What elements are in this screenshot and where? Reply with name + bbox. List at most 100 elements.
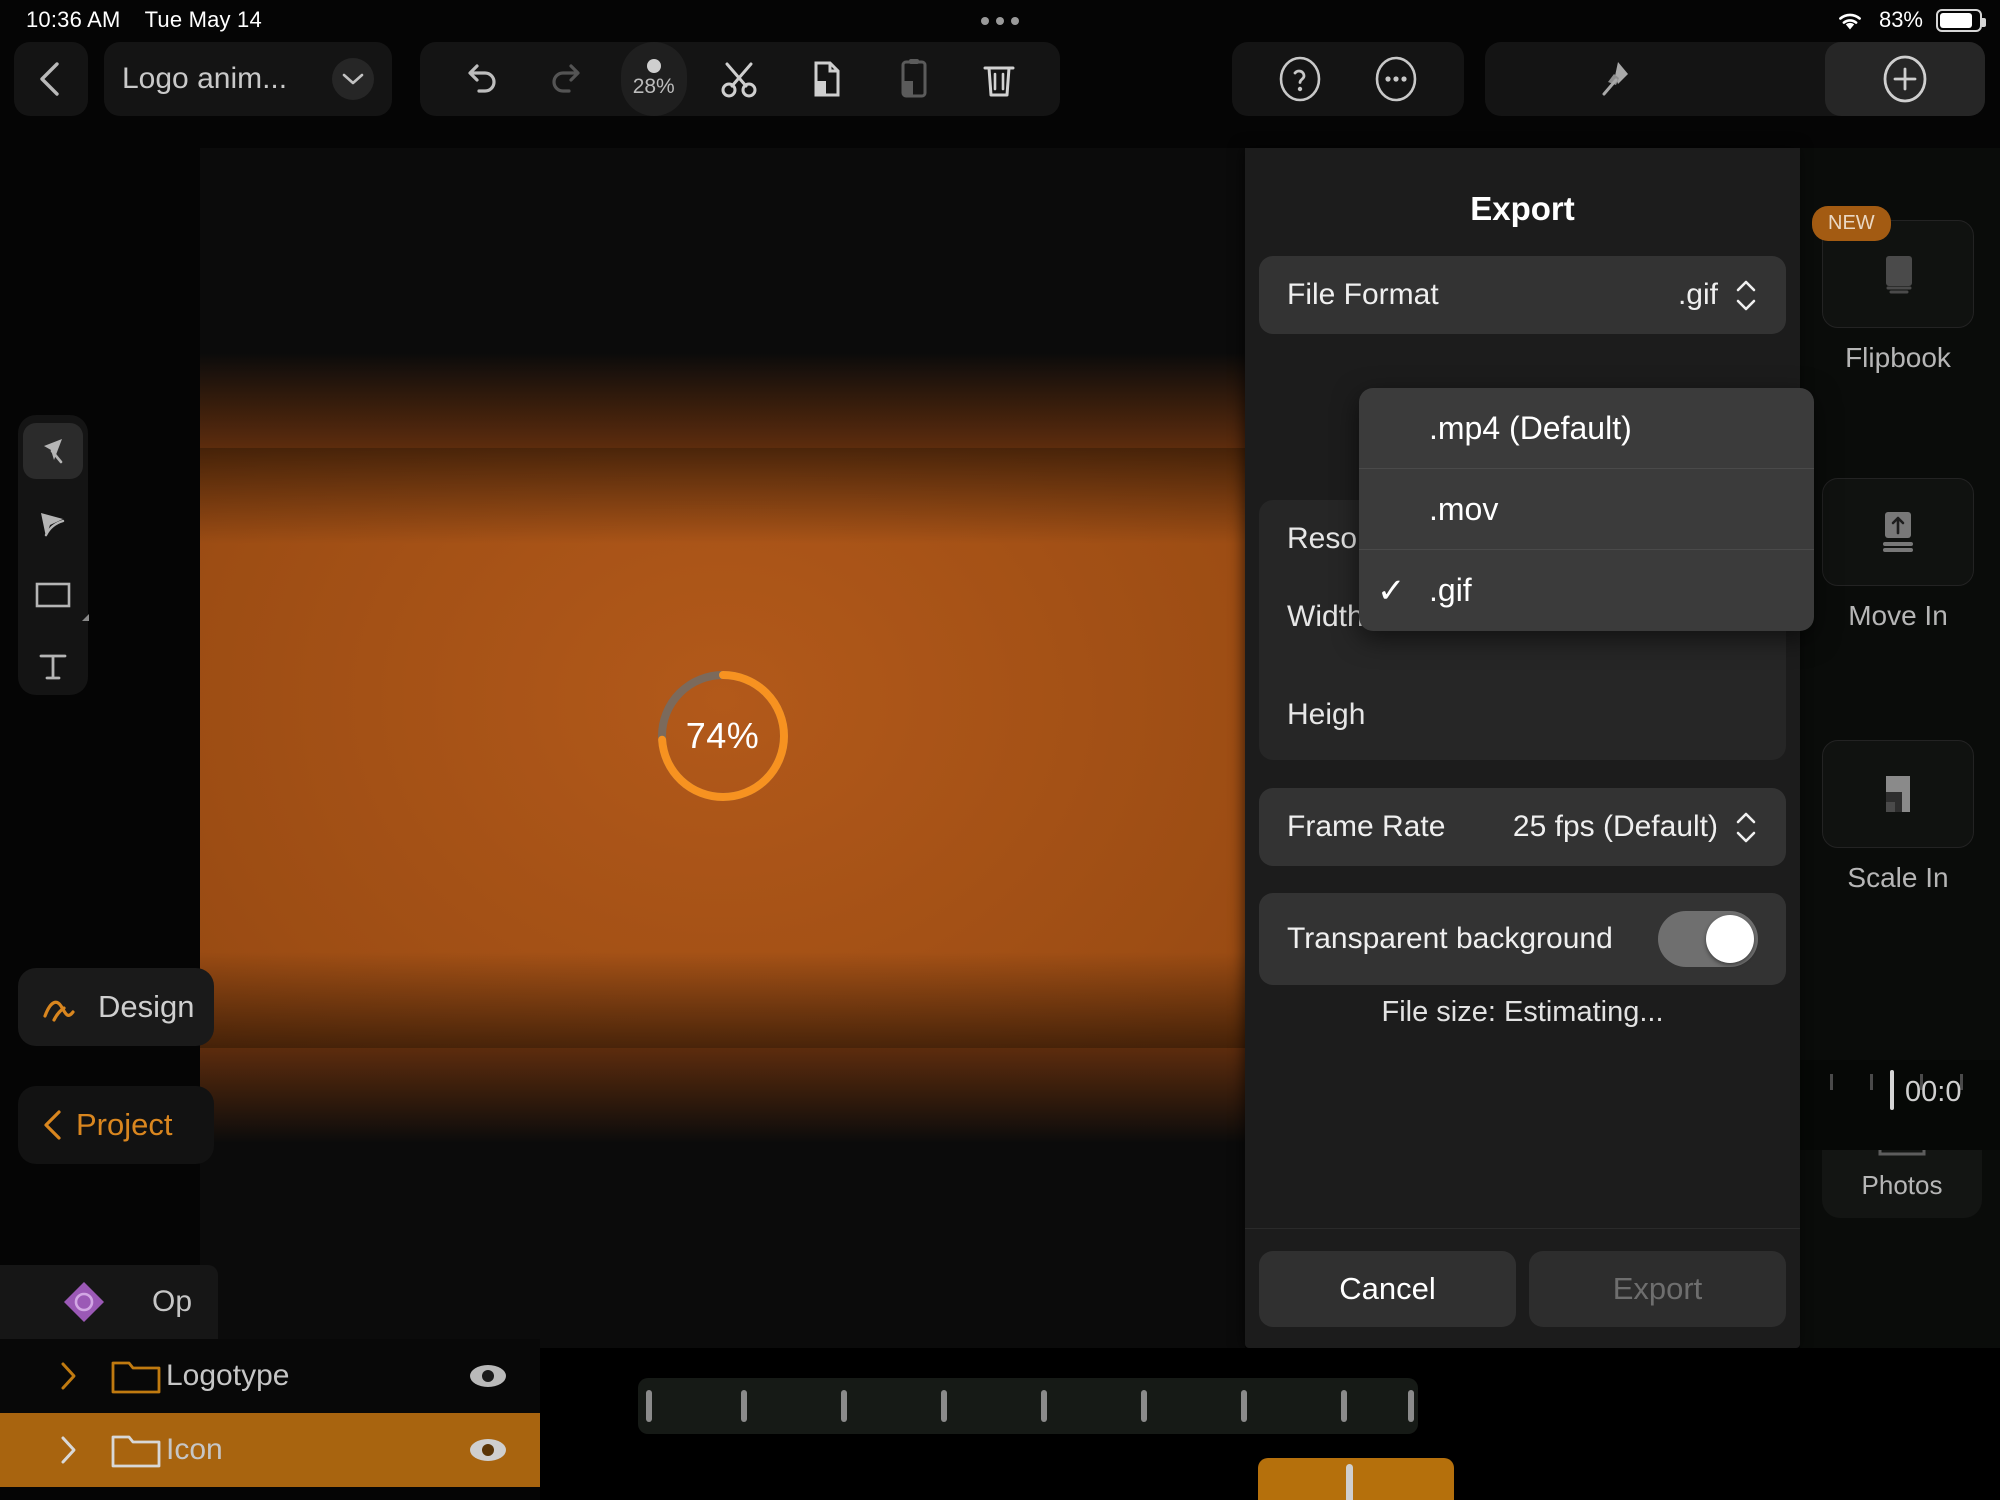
undo-button[interactable]: [448, 46, 514, 112]
folder-icon: [110, 1355, 162, 1397]
canvas-top-glow: [200, 353, 1245, 448]
chevron-left-icon: [40, 1108, 66, 1142]
progress-percent-label: 74%: [685, 715, 760, 756]
move-in-label: Move In: [1848, 600, 1948, 631]
more-options-button[interactable]: [1370, 53, 1422, 105]
transparent-background-label: Transparent background: [1287, 922, 1613, 955]
edit-tools-group: 28%: [420, 42, 1060, 116]
opacity-button[interactable]: 28%: [620, 42, 687, 116]
text-t-icon: [36, 650, 70, 684]
file-size-label: File size: Estimating...: [1381, 996, 1664, 1028]
timeline-track[interactable]: [638, 1378, 1418, 1434]
chevron-right-icon[interactable]: [58, 1435, 80, 1465]
project-button[interactable]: Project: [18, 1086, 214, 1164]
file-format-value-group[interactable]: .gif: [1678, 278, 1758, 312]
frame-rate-field[interactable]: Frame Rate 25 fps (Default): [1259, 788, 1786, 866]
scale-in-card[interactable]: Scale In: [1822, 740, 1974, 894]
flipbook-card[interactable]: NEW Flipbook: [1812, 206, 1974, 374]
help-group: [1232, 42, 1464, 116]
status-bar-right: 83%: [1834, 7, 1986, 33]
arrow-up-in-icon: [1822, 478, 1974, 586]
right-tools-group: [1485, 42, 1985, 116]
battery-icon: [1936, 8, 1986, 32]
cancel-button[interactable]: Cancel: [1259, 1250, 1516, 1327]
dropdown-option-mp4[interactable]: .mp4 (Default): [1359, 388, 1814, 469]
status-time: 10:36 AM: [26, 7, 121, 32]
select-tool[interactable]: [23, 423, 83, 479]
checkmark-icon: ✓: [1377, 571, 1406, 610]
design-button-label: Design: [98, 989, 195, 1024]
rectangle-icon: [34, 580, 72, 610]
frame-rate-label: Frame Rate: [1287, 810, 1446, 843]
chevron-right-icon[interactable]: [58, 1361, 80, 1391]
folder-icon: [110, 1429, 162, 1471]
status-bar: 10:36 AM Tue May 14 83%: [0, 0, 2000, 40]
status-date: Tue May 14: [144, 7, 262, 32]
up-down-chevron-icon[interactable]: [1734, 812, 1758, 843]
pin-icon[interactable]: [1555, 56, 1675, 102]
chevron-left-icon: [35, 59, 67, 99]
squiggle-icon: [40, 990, 84, 1024]
plus-circle-icon: [1878, 52, 1932, 106]
layer-label-icon: Icon: [166, 1433, 223, 1466]
canvas-bottom-glow: [200, 1048, 1245, 1143]
shape-tool[interactable]: [23, 567, 89, 623]
export-dialog-title: Export: [1470, 190, 1575, 227]
tool-palette: [18, 415, 89, 695]
project-title-button[interactable]: Logo anim...: [104, 42, 392, 116]
text-tool[interactable]: [23, 639, 83, 695]
playhead-icon[interactable]: [1890, 1070, 1894, 1110]
export-dialog: Export File Format .gif Resol Width Heig…: [1245, 148, 1800, 1348]
eye-icon[interactable]: [466, 1361, 510, 1391]
top-toolbar: Logo anim... 28%: [0, 42, 2000, 124]
design-button[interactable]: Design: [18, 968, 214, 1046]
layer-label-opacity: Op: [152, 1285, 193, 1318]
pen-tool[interactable]: [23, 495, 83, 551]
frame-rate-value-group[interactable]: 25 fps (Default): [1513, 810, 1758, 844]
transparent-background-field[interactable]: Transparent background: [1259, 893, 1786, 985]
up-down-chevron-icon[interactable]: [1734, 280, 1758, 311]
back-button[interactable]: [14, 42, 88, 116]
timeline: [540, 1348, 2000, 1500]
dropdown-option-mov[interactable]: .mov: [1359, 469, 1814, 550]
redo-button[interactable]: [534, 46, 600, 112]
layer-row-opacity[interactable]: Op: [0, 1265, 218, 1339]
battery-percent: 83%: [1878, 7, 1923, 32]
dropdown-option-label: .mp4 (Default): [1429, 409, 1632, 446]
help-button[interactable]: [1274, 53, 1326, 105]
move-in-card[interactable]: Move In: [1822, 478, 1974, 632]
height-row-label: Heigh: [1287, 698, 1366, 731]
opacity-value: 28%: [632, 75, 675, 98]
frame-rate-value: 25 fps (Default): [1512, 810, 1718, 843]
timeline-clip[interactable]: [1258, 1458, 1454, 1500]
transparent-background-toggle[interactable]: [1658, 911, 1758, 967]
new-badge: NEW: [1812, 206, 1891, 241]
layer-row-logotype[interactable]: Logotype: [0, 1339, 540, 1413]
add-button[interactable]: [1825, 42, 1985, 116]
file-format-value: .gif: [1677, 278, 1718, 311]
shape-options-indicator-icon: [82, 614, 89, 621]
pen-curve-icon: [35, 505, 71, 541]
dropdown-option-gif[interactable]: ✓ .gif: [1359, 550, 1814, 631]
eye-icon[interactable]: [466, 1435, 510, 1465]
export-progress-ring: 74%: [653, 666, 793, 806]
photos-label: Photos: [1861, 1169, 1943, 1200]
layers-panel: Op Logotype Icon: [0, 1265, 540, 1487]
layer-row-icon[interactable]: Icon: [0, 1413, 540, 1487]
file-format-field[interactable]: File Format .gif: [1259, 256, 1786, 334]
multitask-handle-icon[interactable]: [981, 17, 1019, 25]
effects-rail: NEW Flipbook Move In Scale In Photos: [1800, 148, 2000, 1348]
opacity-dot-icon: [646, 59, 661, 73]
chevron-down-icon[interactable]: [332, 58, 374, 100]
export-button[interactable]: Export: [1529, 1250, 1786, 1327]
project-title: Logo anim...: [122, 62, 288, 95]
file-format-label: File Format: [1287, 278, 1439, 311]
canvas-area[interactable]: 74%: [200, 148, 1245, 1348]
cursor-arrow-icon: [35, 433, 71, 469]
dropdown-option-label: .mov: [1429, 490, 1499, 527]
cut-button[interactable]: [707, 46, 773, 112]
delete-button[interactable]: [966, 46, 1032, 112]
paste-button[interactable]: [880, 46, 946, 112]
copy-button[interactable]: [793, 46, 859, 112]
dropdown-option-label: .gif: [1429, 572, 1472, 608]
